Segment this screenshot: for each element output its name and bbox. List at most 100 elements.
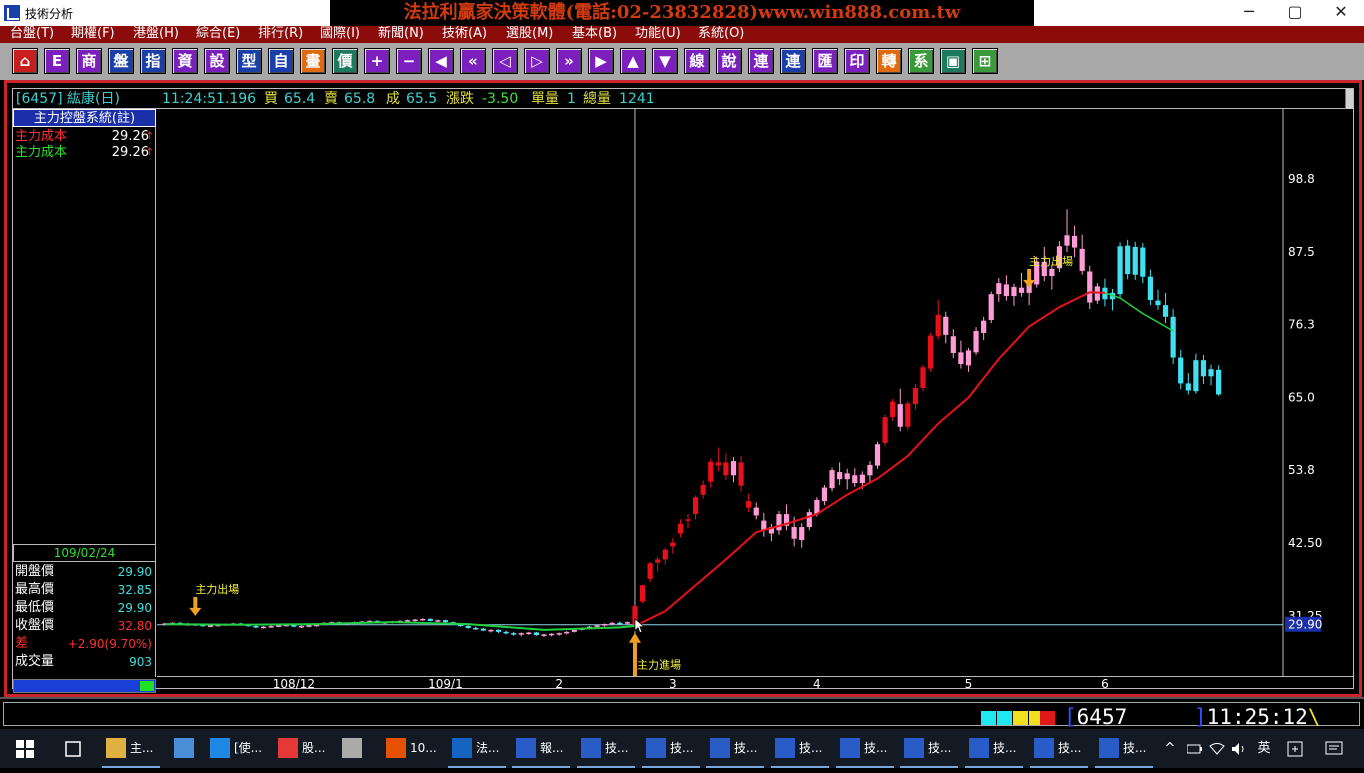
scrollbar[interactable] <box>1345 89 1353 109</box>
minimize-button[interactable]: ─ <box>1226 0 1272 26</box>
window-icon[interactable]: ▣ <box>940 48 966 74</box>
taskbar-app-label: 股... <box>302 741 326 755</box>
candle <box>723 453 729 480</box>
taskbar-app[interactable]: [使... <box>204 729 266 768</box>
print-icon[interactable]: 印 <box>844 48 870 74</box>
step-right-icon[interactable]: ▷ <box>524 48 550 74</box>
menu-item[interactable]: 系統(O) <box>698 26 744 42</box>
candle <box>927 332 934 372</box>
menu-item[interactable]: 功能(U) <box>635 26 681 42</box>
network-icon[interactable] <box>1208 729 1226 768</box>
candle <box>260 626 267 629</box>
close-button[interactable]: ✕ <box>1318 0 1364 26</box>
candle <box>905 400 911 431</box>
taskbar-app[interactable]: 主... <box>100 729 162 768</box>
fast-left-icon[interactable]: « <box>460 48 486 74</box>
window-title: 技術分析 <box>25 7 74 21</box>
pattern-icon[interactable]: 型 <box>236 48 262 74</box>
bid-price: 65.4 <box>284 91 316 107</box>
taskbar-app[interactable] <box>336 729 376 768</box>
taskbar-app[interactable]: 報... <box>510 729 572 768</box>
menu-item[interactable]: 期權(F) <box>71 26 115 42</box>
price-chart[interactable]: 98.887.576.365.053.842.5031.2529.90主力出場主… <box>157 109 1353 676</box>
quote-row: 最低價 29.90 <box>13 599 154 617</box>
index-icon[interactable]: 指 <box>140 48 166 74</box>
menu-item[interactable]: 港盤(H) <box>133 26 179 42</box>
notification-icon[interactable] <box>1322 729 1346 768</box>
taskbar-app[interactable]: 技... <box>834 729 896 768</box>
taskbar-app[interactable]: 法... <box>446 729 508 768</box>
task-view-button[interactable] <box>56 729 92 768</box>
signal-annotation: 主力進場 <box>628 632 681 676</box>
step-left-icon[interactable]: ◁ <box>492 48 518 74</box>
maximize-button[interactable]: ▢ <box>1272 0 1318 26</box>
candle <box>1193 353 1199 394</box>
zi-icon[interactable]: 資 <box>172 48 198 74</box>
esc-icon[interactable]: E <box>44 48 70 74</box>
app-icon <box>1034 738 1054 758</box>
ime-indicator[interactable]: 英 <box>1254 729 1274 768</box>
line-icon[interactable]: 線 <box>684 48 710 74</box>
zi-self-icon[interactable]: 自 <box>268 48 294 74</box>
panel-title[interactable]: 主力控盤系統(註) <box>13 109 156 127</box>
taskbar-app[interactable]: 技... <box>769 729 831 768</box>
plus-icon[interactable]: + <box>364 48 390 74</box>
taskbar-app[interactable]: 技... <box>1093 729 1155 768</box>
settings-icon[interactable]: 設 <box>204 48 230 74</box>
taskbar-app-label: [使... <box>234 741 263 755</box>
quote-row: 開盤價 29.90 <box>13 563 154 581</box>
draw-icon[interactable]: 畫 <box>300 48 326 74</box>
taskbar-app[interactable]: 技... <box>704 729 766 768</box>
candle <box>693 495 699 520</box>
convert-icon[interactable]: 轉 <box>876 48 902 74</box>
status-indicator <box>140 681 154 691</box>
price-icon[interactable]: 價 <box>332 48 358 74</box>
taskbar-app[interactable]: 技... <box>1028 729 1090 768</box>
fast-right-icon[interactable]: » <box>556 48 582 74</box>
export-icon[interactable]: 匯 <box>812 48 838 74</box>
quote-icon[interactable]: 盤 <box>108 48 134 74</box>
up-icon[interactable]: ▲ <box>620 48 646 74</box>
left-icon[interactable]: ◀ <box>428 48 454 74</box>
menu-item[interactable]: 新聞(N) <box>378 26 424 42</box>
candle <box>1109 288 1116 311</box>
volume-icon[interactable] <box>1230 729 1248 768</box>
system-icon[interactable]: 系 <box>908 48 934 74</box>
menu-item[interactable]: 綜合(E) <box>196 26 240 42</box>
link2-icon[interactable]: 連 <box>780 48 806 74</box>
note-icon[interactable]: 說 <box>716 48 742 74</box>
signal-label: 主力出場 <box>1029 254 1073 268</box>
menu-item[interactable]: 排行(R) <box>258 26 303 42</box>
taskbar-app[interactable]: 技... <box>575 729 637 768</box>
menu-item[interactable]: 技術(A) <box>442 26 487 42</box>
battery-icon[interactable] <box>1186 729 1204 768</box>
status-clock: ]11:25:12\ <box>1194 705 1321 729</box>
home-icon[interactable]: ⌂ <box>12 48 38 74</box>
taskbar-app[interactable]: 技... <box>640 729 702 768</box>
tray-expand-icon[interactable]: ^ <box>1160 729 1180 768</box>
taskbar-app[interactable]: 技... <box>898 729 960 768</box>
candle <box>602 623 608 627</box>
menu-item[interactable]: 選股(M) <box>506 26 553 42</box>
start-button[interactable] <box>8 729 38 768</box>
minus-icon[interactable]: − <box>396 48 422 74</box>
right-icon[interactable]: ▶ <box>588 48 614 74</box>
taskbar-app[interactable]: 股... <box>272 729 334 768</box>
shang-icon[interactable]: 商 <box>76 48 102 74</box>
candle <box>1049 264 1055 290</box>
candle <box>1162 292 1169 324</box>
taskbar-app[interactable]: 技... <box>963 729 1025 768</box>
menu-item[interactable]: 國際(I) <box>320 26 360 42</box>
quote-value: 29.90 <box>117 565 152 579</box>
input-mode-icon[interactable] <box>1284 729 1306 768</box>
taskbar-app[interactable] <box>168 729 198 768</box>
link-icon[interactable]: 連 <box>748 48 774 74</box>
down-icon[interactable]: ▼ <box>652 48 678 74</box>
menu-item[interactable]: 基本(B) <box>572 26 617 42</box>
taskbar-app[interactable]: 10... <box>380 729 442 768</box>
candle <box>897 388 903 432</box>
x-tick-label: 6 <box>1101 677 1109 691</box>
lock-icon[interactable]: ⊞ <box>972 48 998 74</box>
candle <box>799 523 805 548</box>
menu-item[interactable]: 台盤(T) <box>10 26 54 42</box>
